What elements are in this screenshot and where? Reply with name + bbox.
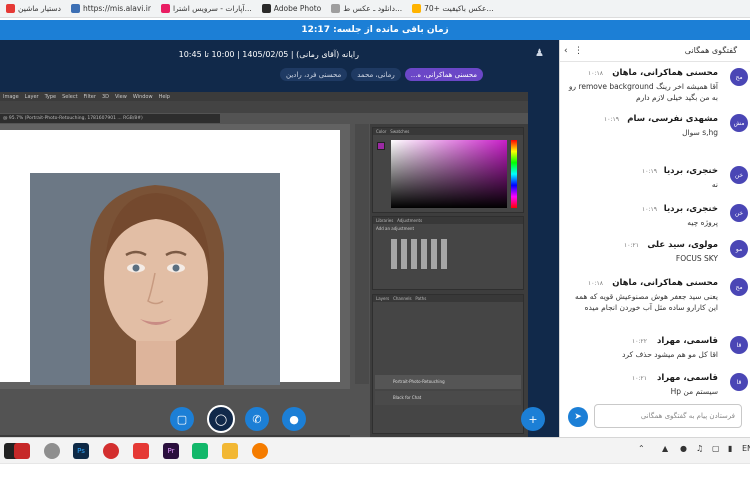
call-button[interactable]: ✆: [245, 407, 269, 431]
video-app-icon[interactable]: [133, 443, 149, 459]
chevron-left-icon[interactable]: ‹: [564, 46, 568, 56]
speaker-pill[interactable]: محسنی هماکرانی، ه...: [404, 68, 484, 81]
bookmarks-bar: دستیار ماشین https://mis.alavi.ir آپارات…: [0, 0, 750, 18]
file-explorer-icon[interactable]: [222, 443, 238, 459]
bookmark-icon: [261, 4, 271, 13]
avatar: قا: [730, 336, 748, 354]
speaker-pill[interactable]: محسنی فرد، رادین: [280, 68, 348, 81]
chat-message: قا قاسمی، مهراد ۱۰:۲۲ اقا کل مو هم میشود…: [560, 334, 750, 368]
send-icon: ➤: [574, 412, 582, 422]
color-picker-field[interactable]: [391, 140, 507, 208]
meeting-stage: رایانه (آقای رمانی) | 1405/02/05 | 10:00…: [0, 40, 559, 439]
camera-off-icon: ◯: [214, 412, 228, 426]
avatar: خن: [730, 166, 748, 184]
add-button[interactable]: +: [521, 407, 545, 431]
session-timer-banner: زمان باقی مانده از جلسه: 12:17: [0, 20, 750, 40]
photoshop-menu-bar: Image Layer Type Select Filter 3D View W…: [0, 92, 528, 101]
participants-icon[interactable]: ♟: [535, 48, 544, 59]
screen-icon: ▢: [176, 412, 188, 426]
app-icon[interactable]: [44, 443, 60, 459]
bookmark[interactable]: آپارات - سرویس اشترا...: [160, 4, 252, 13]
acrobat-icon[interactable]: [14, 443, 30, 459]
layer-row[interactable]: Portrait-Photo-Retouching: [375, 375, 521, 389]
speaker-pills: محسنی هماکرانی، ه... رمانی، محمد محسنی ف…: [280, 68, 484, 81]
send-button[interactable]: ➤: [568, 407, 588, 427]
bookmark[interactable]: دستیار ماشین: [6, 4, 61, 13]
language-indicator[interactable]: EN: [742, 444, 750, 453]
chat-message: خن خنجری، بردیا ۱۰:۱۹ پروژه چیه: [560, 202, 750, 236]
avatar: مش: [730, 114, 748, 132]
network-icon[interactable]: ▲: [662, 444, 668, 453]
bookmark[interactable]: دانلود ـ عکس ط...: [331, 4, 402, 13]
bookmark-icon: [6, 4, 15, 13]
avatar: مو: [730, 240, 748, 258]
record-icon[interactable]: [103, 443, 119, 459]
microphone-icon: ●: [289, 412, 299, 426]
display-icon[interactable]: ▢: [712, 444, 720, 453]
premiere-icon[interactable]: Pr: [163, 443, 179, 459]
bookmark-icon: [331, 4, 341, 13]
bookmark-icon: [412, 4, 422, 13]
speaker-pill[interactable]: رمانی، محمد: [351, 68, 401, 81]
photoshop-icon[interactable]: Ps: [73, 443, 89, 459]
bookmark[interactable]: https://mis.alavi.ir: [71, 4, 151, 13]
chevron-up-icon[interactable]: ⌃: [638, 444, 645, 453]
chat-header: ‹ ⋮ گفتگوی همگانی: [560, 40, 750, 62]
chat-message: مو مولوی، سید علی ۱۰:۲۱ FOCUS SKY: [560, 238, 750, 272]
color-panel: Color Swatches: [372, 127, 524, 213]
chat-title: گفتگوی همگانی: [684, 46, 737, 55]
portrait-image: [30, 173, 280, 385]
shared-screen: Image Layer Type Select Filter 3D View W…: [0, 92, 528, 439]
volume-icon[interactable]: ♫: [696, 444, 703, 453]
browser-icon[interactable]: [252, 443, 268, 459]
bookmark[interactable]: Adobe Photo: [261, 4, 321, 13]
screen-share-button[interactable]: ▢: [170, 407, 194, 431]
chat-message: مش مشهدی نفرسی، سام ۱۰:۱۹ s,hg سوال: [560, 112, 750, 156]
avatar: خن: [730, 204, 748, 222]
meeting-title: رایانه (آقای رمانی) | 1405/02/05 | 10:00…: [178, 50, 359, 59]
chat-panel: ‹ ⋮ گفتگوی همگانی مح محسنی هماکرانی، ماه…: [559, 40, 750, 437]
hue-slider[interactable]: [511, 140, 517, 208]
photoshop-options-bar: [0, 101, 528, 113]
avatar: مح: [730, 68, 748, 86]
chat-message: خن خنجری، بردیا ۱۰:۱۹ نه: [560, 164, 750, 198]
bookmark[interactable]: 70+ عکس باکیفیت...: [412, 4, 494, 13]
microphone-tray-icon[interactable]: ●: [680, 444, 687, 453]
adjustments-panel: Libraries Adjustments Add an adjustment: [372, 216, 524, 290]
foreground-color-swatch[interactable]: [377, 142, 385, 150]
photoshop-toolstrip: [355, 124, 369, 384]
phone-icon: ✆: [252, 412, 262, 426]
layers-panel: Layers Channels Paths Portrait-Photo-Ret…: [372, 294, 524, 434]
chat-message: مح محسنی هماکرانی، ماهان ۱۰:۱۸ یعنی سید …: [560, 276, 750, 332]
more-options-icon[interactable]: ⋮: [574, 46, 583, 56]
battery-icon[interactable]: ▮: [728, 444, 732, 453]
microphone-button[interactable]: ●: [282, 407, 306, 431]
avatar: مح: [730, 278, 748, 296]
avatar: قا: [730, 373, 748, 391]
bookmark-icon: [71, 4, 81, 13]
camera-button[interactable]: ◯: [207, 405, 235, 433]
horizontal-scrollbar[interactable]: [0, 463, 750, 480]
portrait-photo: [30, 173, 280, 385]
session-timer-text: زمان باقی مانده از جلسه: 12:17: [301, 25, 449, 35]
layer-row[interactable]: Black for Chat: [375, 391, 521, 405]
chat-message: مح محسنی هماکرانی، ماهان ۱۰:۱۸ آقا همیشه…: [560, 64, 750, 110]
chat-message: قا قاسمی، مهراد ۱۰:۲۱ سیستم من Hp: [560, 371, 750, 402]
security-icon[interactable]: [192, 443, 208, 459]
chat-message-input[interactable]: فرستادن پیام به گفتگوی همگانی: [594, 404, 742, 428]
chat-input-placeholder: فرستادن پیام به گفتگوی همگانی: [640, 412, 735, 420]
plus-icon: +: [528, 412, 538, 426]
adjustment-icons[interactable]: [391, 239, 451, 269]
chat-messages: مح محسنی هماکرانی، ماهان ۱۰:۱۸ آقا همیشه…: [560, 62, 750, 402]
screen: دستیار ماشین https://mis.alavi.ir آپارات…: [0, 0, 750, 480]
photoshop-document-tab: @ 95.7% (Portrait-Photo-Retouching, 1781…: [0, 114, 220, 123]
aparat-icon: [160, 4, 170, 13]
photoshop-panels: Color Swatches Libraries Adjustments Add…: [370, 124, 528, 439]
